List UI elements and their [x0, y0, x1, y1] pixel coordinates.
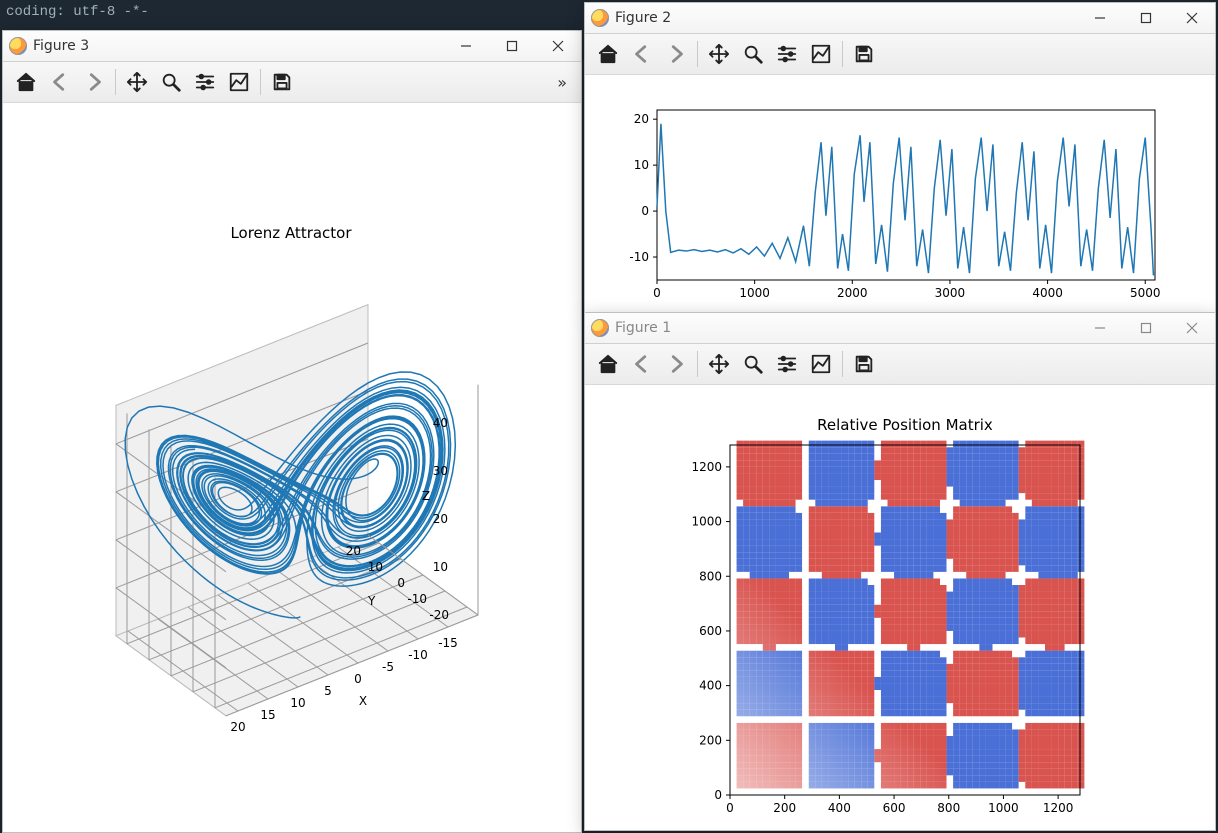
forward-button[interactable]: [659, 37, 693, 71]
save-button[interactable]: [847, 347, 881, 381]
close-button[interactable]: [535, 31, 581, 61]
close-button[interactable]: [1169, 313, 1215, 343]
svg-text:Y: Y: [367, 594, 376, 608]
toolbar-overflow[interactable]: »: [549, 73, 575, 92]
pan-button[interactable]: [702, 347, 736, 381]
titlebar-figure-3[interactable]: Figure 3: [3, 31, 581, 62]
svg-text:800: 800: [699, 569, 722, 583]
zoom-button[interactable]: [154, 65, 188, 99]
svg-text:10: 10: [290, 696, 305, 710]
svg-text:Z: Z: [422, 489, 430, 503]
window-title: Figure 1: [615, 320, 671, 336]
svg-text:10: 10: [634, 158, 649, 172]
window-title: Figure 3: [33, 38, 89, 54]
mpl-toolbar: [585, 344, 1215, 385]
svg-text:5000: 5000: [1130, 286, 1161, 300]
svg-text:40: 40: [433, 416, 448, 430]
minimize-button[interactable]: [443, 31, 489, 61]
back-button[interactable]: [625, 347, 659, 381]
maximize-button[interactable]: [1123, 3, 1169, 33]
svg-text:20: 20: [634, 112, 649, 126]
svg-text:0: 0: [641, 204, 649, 218]
matplotlib-icon: [9, 37, 27, 55]
svg-text:-10: -10: [407, 592, 427, 606]
svg-text:1000: 1000: [739, 286, 770, 300]
svg-text:20: 20: [230, 720, 245, 734]
figure3-canvas[interactable]: Lorenz Attractor10203040Z-20-1001020Y201…: [3, 103, 581, 832]
svg-text:3000: 3000: [935, 286, 966, 300]
home-button[interactable]: [591, 37, 625, 71]
svg-text:20: 20: [346, 544, 361, 558]
svg-text:600: 600: [699, 624, 722, 638]
zoom-button[interactable]: [736, 37, 770, 71]
svg-text:1000: 1000: [691, 515, 722, 529]
axes-button[interactable]: [222, 65, 256, 99]
svg-text:X: X: [359, 694, 367, 708]
svg-text:1200: 1200: [691, 460, 722, 474]
svg-text:800: 800: [937, 801, 960, 815]
back-button[interactable]: [43, 65, 77, 99]
svg-text:-20: -20: [429, 608, 449, 622]
svg-text:-10: -10: [408, 648, 428, 662]
svg-text:-15: -15: [438, 636, 458, 650]
svg-text:400: 400: [699, 679, 722, 693]
maximize-button[interactable]: [1123, 313, 1169, 343]
svg-text:30: 30: [433, 464, 448, 478]
subplots-button[interactable]: [770, 347, 804, 381]
titlebar-figure-1[interactable]: Figure 1: [585, 313, 1215, 344]
close-button[interactable]: [1169, 3, 1215, 33]
svg-text:200: 200: [699, 733, 722, 747]
svg-text:-5: -5: [382, 660, 394, 674]
window-figure-3: Figure 3 » Lorenz Attractor10203040Z-20-…: [2, 30, 582, 833]
minimize-button[interactable]: [1077, 3, 1123, 33]
matplotlib-icon: [591, 9, 609, 27]
window-title: Figure 2: [615, 10, 671, 26]
svg-text:20: 20: [433, 512, 448, 526]
svg-text:10: 10: [368, 560, 383, 574]
svg-text:0: 0: [397, 576, 405, 590]
svg-text:Lorenz Attractor: Lorenz Attractor: [230, 224, 352, 242]
svg-text:10: 10: [433, 560, 448, 574]
pan-button[interactable]: [120, 65, 154, 99]
subplots-button[interactable]: [770, 37, 804, 71]
axes-button[interactable]: [804, 37, 838, 71]
svg-text:15: 15: [260, 708, 275, 722]
svg-text:600: 600: [883, 801, 906, 815]
svg-text:0: 0: [726, 801, 734, 815]
svg-text:-10: -10: [629, 250, 649, 264]
titlebar-figure-2[interactable]: Figure 2: [585, 3, 1215, 34]
home-button[interactable]: [9, 65, 43, 99]
forward-button[interactable]: [659, 347, 693, 381]
svg-text:1200: 1200: [1043, 801, 1074, 815]
svg-text:2000: 2000: [837, 286, 868, 300]
minimize-button[interactable]: [1077, 313, 1123, 343]
mpl-toolbar: »: [3, 62, 581, 103]
window-figure-1: Figure 1 Relative Position Matrix 0 200 400…: [584, 312, 1216, 831]
svg-text:1000: 1000: [988, 801, 1019, 815]
maximize-button[interactable]: [489, 31, 535, 61]
svg-text:4000: 4000: [1032, 286, 1063, 300]
svg-text:5: 5: [324, 684, 332, 698]
window-figure-2: Figure 2 0 1000 2000 3000 4000 5000 -10 0 10 20: [584, 2, 1216, 313]
subplots-button[interactable]: [188, 65, 222, 99]
axes-button[interactable]: [804, 347, 838, 381]
back-button[interactable]: [625, 37, 659, 71]
pan-button[interactable]: [702, 37, 736, 71]
forward-button[interactable]: [77, 65, 111, 99]
svg-text:0: 0: [653, 286, 661, 300]
svg-text:200: 200: [773, 801, 796, 815]
save-button[interactable]: [847, 37, 881, 71]
home-button[interactable]: [591, 347, 625, 381]
mpl-toolbar: [585, 34, 1215, 75]
svg-text:0: 0: [354, 672, 362, 686]
save-button[interactable]: [265, 65, 299, 99]
matplotlib-icon: [591, 319, 609, 337]
svg-text:0: 0: [714, 788, 722, 802]
svg-text:400: 400: [828, 801, 851, 815]
figure1-canvas[interactable]: Relative Position Matrix 0 200 400 600 800 100…: [585, 385, 1215, 830]
svg-text:Relative Position Matrix: Relative Position Matrix: [817, 416, 993, 434]
zoom-button[interactable]: [736, 347, 770, 381]
figure2-canvas[interactable]: 0 1000 2000 3000 4000 5000 -10 0 10 20: [585, 75, 1215, 312]
